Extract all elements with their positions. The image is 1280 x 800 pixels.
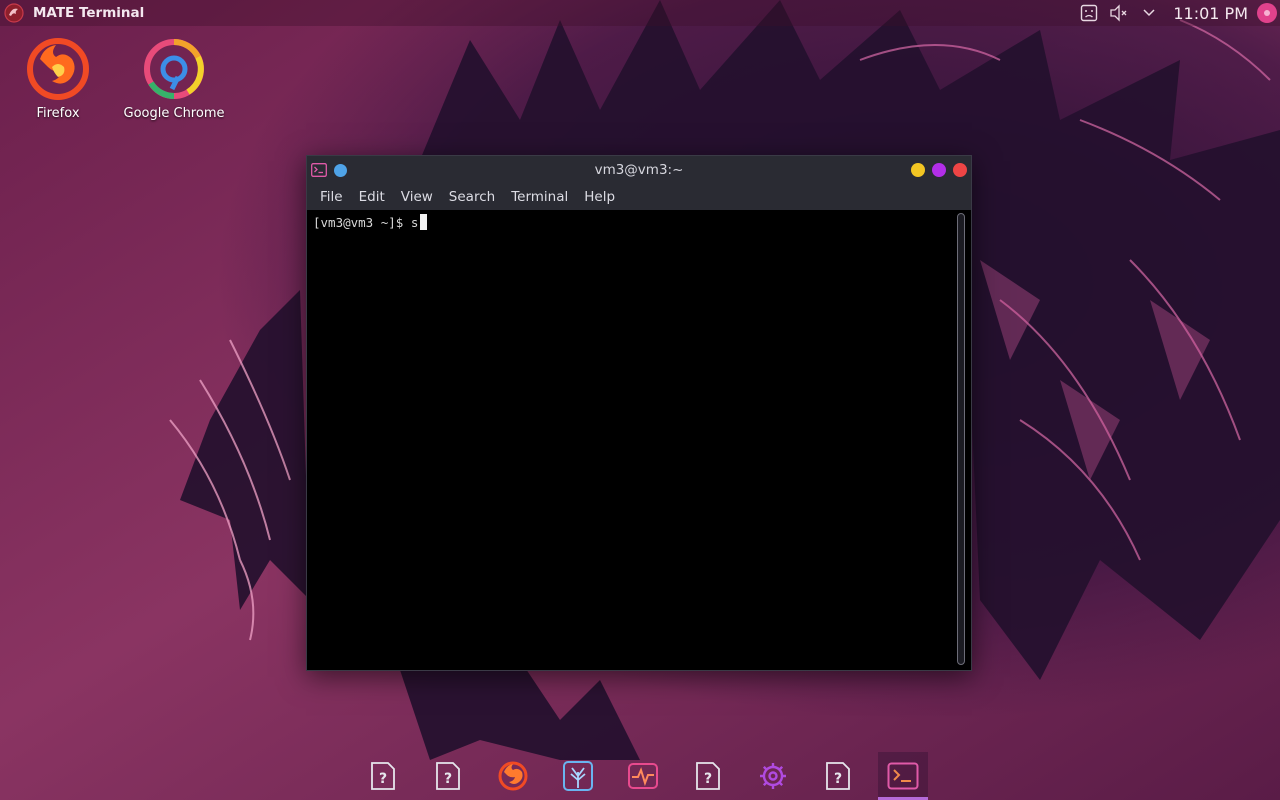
- user-menu-icon[interactable]: [1256, 2, 1278, 24]
- firefox-icon: [498, 761, 528, 791]
- svg-text:?: ?: [834, 771, 842, 787]
- desktop-icon-firefox[interactable]: Firefox: [3, 36, 113, 121]
- text-cursor: [420, 214, 428, 230]
- menu-terminal[interactable]: Terminal: [503, 184, 576, 210]
- volume-muted-icon[interactable]: [1109, 3, 1129, 23]
- window-controls: [904, 163, 967, 177]
- firefox-icon: [25, 36, 91, 102]
- dock-item-unknown-app[interactable]: ?: [423, 752, 473, 800]
- dock-item-system-monitor[interactable]: [618, 752, 668, 800]
- dock-item-unknown-app[interactable]: ?: [683, 752, 733, 800]
- menu-file[interactable]: File: [312, 184, 351, 210]
- terminal-icon[interactable]: [311, 162, 327, 178]
- terminal-window: vm3@vm3:~ File Edit View Search Terminal…: [306, 155, 972, 671]
- typed-text: s: [410, 214, 419, 230]
- network-offline-icon[interactable]: [1079, 3, 1099, 23]
- command-line[interactable]: [vm3@vm3 ~]$ s: [313, 214, 428, 230]
- system-monitor-icon: [628, 763, 658, 789]
- menu-help[interactable]: Help: [576, 184, 623, 210]
- terminal-output[interactable]: [vm3@vm3 ~]$ s: [307, 210, 971, 670]
- dock-item-terminal[interactable]: [878, 752, 928, 800]
- clock[interactable]: 11:01 PM: [1173, 4, 1248, 23]
- active-app-name[interactable]: MATE Terminal: [33, 5, 144, 21]
- window-title: vm3@vm3:~: [594, 162, 684, 178]
- dock-item-firefox[interactable]: [488, 752, 538, 800]
- chevron-down-icon[interactable]: [1139, 3, 1159, 23]
- svg-text:?: ?: [704, 771, 712, 787]
- svg-text:?: ?: [444, 771, 452, 787]
- dock-item-settings[interactable]: [748, 752, 798, 800]
- unknown-app-icon: ?: [696, 762, 720, 790]
- menu-edit[interactable]: Edit: [351, 184, 393, 210]
- chrome-icon: [141, 36, 207, 102]
- terminal-icon: [887, 762, 919, 790]
- unknown-app-icon: ?: [371, 762, 395, 790]
- menu-bar: File Edit View Search Terminal Help: [307, 184, 971, 210]
- menu-view[interactable]: View: [393, 184, 441, 210]
- dock-item-tree-app[interactable]: [553, 752, 603, 800]
- unknown-app-icon: ?: [436, 762, 460, 790]
- vertical-scrollbar[interactable]: [957, 213, 965, 665]
- dock-item-unknown-app[interactable]: ?: [813, 752, 863, 800]
- desktop-icon-label: Firefox: [36, 106, 80, 121]
- top-panel: MATE Terminal 11:01 PM: [0, 0, 1280, 26]
- tree-app-icon: [563, 761, 593, 791]
- window-titlebar[interactable]: vm3@vm3:~: [307, 156, 971, 184]
- minimize-button[interactable]: [911, 163, 925, 177]
- menu-search[interactable]: Search: [441, 184, 503, 210]
- system-tray: 11:01 PM: [1079, 0, 1280, 26]
- unknown-app-icon: ?: [826, 762, 850, 790]
- settings-gear-icon: [760, 763, 786, 789]
- distro-menu-icon[interactable]: [4, 3, 24, 23]
- svg-text:?: ?: [379, 771, 387, 787]
- desktop-icon-label: Google Chrome: [123, 106, 225, 121]
- sticky-button[interactable]: [334, 163, 347, 177]
- dock: ? ? ? ?: [350, 752, 936, 800]
- shell-prompt: [vm3@vm3 ~]$: [313, 214, 411, 230]
- desktop-icon-google-chrome[interactable]: Google Chrome: [119, 36, 229, 121]
- close-button[interactable]: [953, 163, 967, 177]
- dock-item-unknown-app[interactable]: ?: [358, 752, 408, 800]
- maximize-button[interactable]: [932, 163, 946, 177]
